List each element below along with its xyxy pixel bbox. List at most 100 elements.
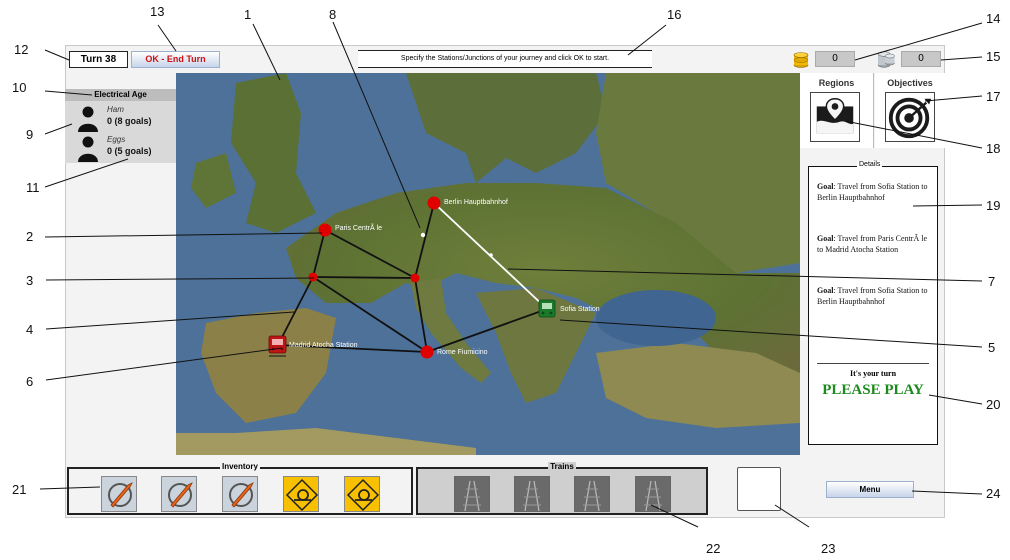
route-segment — [312, 276, 416, 279]
goal-prefix: Goal — [817, 286, 834, 295]
rocket-icon — [229, 482, 254, 508]
turn-status: It's your turn — [849, 369, 897, 378]
rail-track-icon — [515, 477, 549, 512]
junction-alps[interactable] — [410, 273, 420, 283]
play-prompt: PLEASE PLAY — [822, 382, 924, 398]
rocket-icon — [108, 482, 133, 508]
silver-stack-icon — [877, 51, 895, 68]
callout-number: 10 — [12, 80, 27, 95]
tokens-value: 0 — [901, 51, 941, 67]
goal-entry: Goal: Travel from Sofia Station to Berli… — [817, 181, 933, 203]
trains-title: Trains — [548, 462, 576, 471]
map-canvas[interactable]: Berlin Hauptbahnhof Paris CentrÃ le Sofi… — [176, 73, 800, 455]
station-paris[interactable] — [318, 223, 332, 237]
callout-number: 3 — [26, 273, 34, 288]
callout-number: 8 — [329, 7, 337, 22]
inventory-title: Inventory — [219, 462, 260, 471]
snail-sign-icon — [346, 478, 380, 512]
callout-number: 14 — [986, 11, 1001, 26]
station-label: Paris CentrÃ le — [335, 223, 382, 232]
goal-text: : Travel from Sofia Station to Berlin Ha… — [817, 182, 928, 202]
snail-sign-icon — [285, 478, 319, 512]
goal-text: : Travel from Paris CentrÃ le to Madrid … — [817, 234, 927, 254]
callout-number: 20 — [986, 397, 1001, 412]
player-name: Eggs — [107, 135, 126, 144]
map-pin-icon — [810, 92, 860, 142]
black-sea — [596, 290, 716, 346]
objectives-tile[interactable]: Objectives — [875, 73, 945, 148]
callout-number: 17 — [986, 89, 1001, 104]
player-entry: Ham 0 (8 goals) — [75, 103, 175, 133]
player-score: 0 (5 goals) — [107, 146, 152, 156]
goal-entry: Goal: Travel from Sofia Station to Berli… — [817, 285, 933, 307]
details-panel: Details Goal: Travel from Sofia Station … — [808, 161, 938, 445]
junction-marker — [420, 232, 426, 238]
station-label: Berlin Hauptbahnhof — [444, 199, 508, 206]
regions-tile[interactable]: Regions — [800, 73, 874, 148]
station-label: Madrid Atocha Station — [289, 342, 358, 349]
callout-number: 12 — [14, 42, 29, 57]
details-title: Details — [857, 161, 883, 168]
inventory-item-rocket[interactable] — [222, 476, 258, 512]
goal-prefix: Goal — [817, 234, 834, 243]
empty-card-slot[interactable] — [737, 467, 781, 511]
divider — [817, 363, 929, 364]
callout-number: 23 — [821, 541, 836, 556]
menu-button[interactable]: Menu — [826, 481, 914, 498]
player-silhouette-icon — [78, 136, 98, 162]
train-slot[interactable] — [574, 476, 610, 512]
rocket-icon — [168, 482, 193, 508]
callout-number: 2 — [26, 229, 34, 244]
inventory-item-rocket[interactable] — [101, 476, 137, 512]
rail-track-icon — [636, 477, 670, 512]
train-slot[interactable] — [635, 476, 671, 512]
station-berlin[interactable] — [427, 196, 441, 210]
callout-number: 1 — [244, 7, 252, 22]
callout-number: 13 — [150, 4, 165, 19]
instruction-bar: Specify the Stations/Junctions of your j… — [358, 50, 652, 68]
callout-number: 11 — [26, 180, 40, 195]
callout-number: 18 — [986, 141, 1001, 156]
sofia-train-marker[interactable] — [538, 299, 556, 318]
callout-number: 22 — [706, 541, 721, 556]
player-entry: Eggs 0 (5 goals) — [75, 133, 175, 163]
players-panel: Ham 0 (8 goals) Eggs 0 (5 goals) — [65, 101, 176, 163]
junction-lyon[interactable] — [308, 272, 318, 282]
inventory-panel: Inventory — [67, 462, 413, 515]
callout-number: 16 — [667, 7, 682, 22]
turn-counter: Turn 38 — [69, 51, 128, 68]
rail-track-icon — [455, 477, 489, 512]
trains-panel: Trains — [416, 462, 708, 515]
callout-number: 5 — [988, 340, 996, 355]
inventory-item-snail[interactable] — [344, 476, 380, 512]
train-slot[interactable] — [454, 476, 490, 512]
objectives-title: Objectives — [887, 78, 933, 88]
age-label: Electrical Age — [65, 89, 176, 101]
coin-stack-icon — [793, 52, 809, 68]
europe-map[interactable]: Berlin Hauptbahnhof Paris CentrÃ le Sofi… — [176, 73, 800, 455]
goal-prefix: Goal — [817, 182, 834, 191]
player-name: Ham — [107, 105, 124, 114]
player-score: 0 (8 goals) — [107, 116, 152, 126]
train-slot[interactable] — [514, 476, 550, 512]
inventory-item-rocket[interactable] — [161, 476, 197, 512]
callout-number: 9 — [26, 127, 34, 142]
junction-marker — [489, 253, 493, 257]
madrid-train-marker[interactable] — [268, 335, 287, 357]
player-silhouette-icon — [78, 106, 98, 132]
annotated-screenshot: Turn 38 OK - End Turn Specify the Statio… — [0, 0, 1010, 560]
callout-number: 15 — [986, 49, 1001, 64]
station-label: Rome Fiumicino — [437, 349, 488, 356]
end-turn-button[interactable]: OK - End Turn — [131, 51, 220, 68]
callout-number: 21 — [12, 482, 27, 497]
station-rome[interactable] — [420, 345, 434, 359]
callout-number: 7 — [988, 274, 996, 289]
callout-number: 6 — [26, 374, 34, 389]
callout-number: 24 — [986, 486, 1001, 501]
goal-entry: Goal: Travel from Paris CentrÃ le to Mad… — [817, 233, 933, 255]
regions-title: Regions — [818, 78, 855, 88]
target-icon — [885, 92, 935, 142]
coins-value: 0 — [815, 51, 855, 67]
callout-number: 19 — [986, 198, 1001, 213]
inventory-item-snail[interactable] — [283, 476, 319, 512]
